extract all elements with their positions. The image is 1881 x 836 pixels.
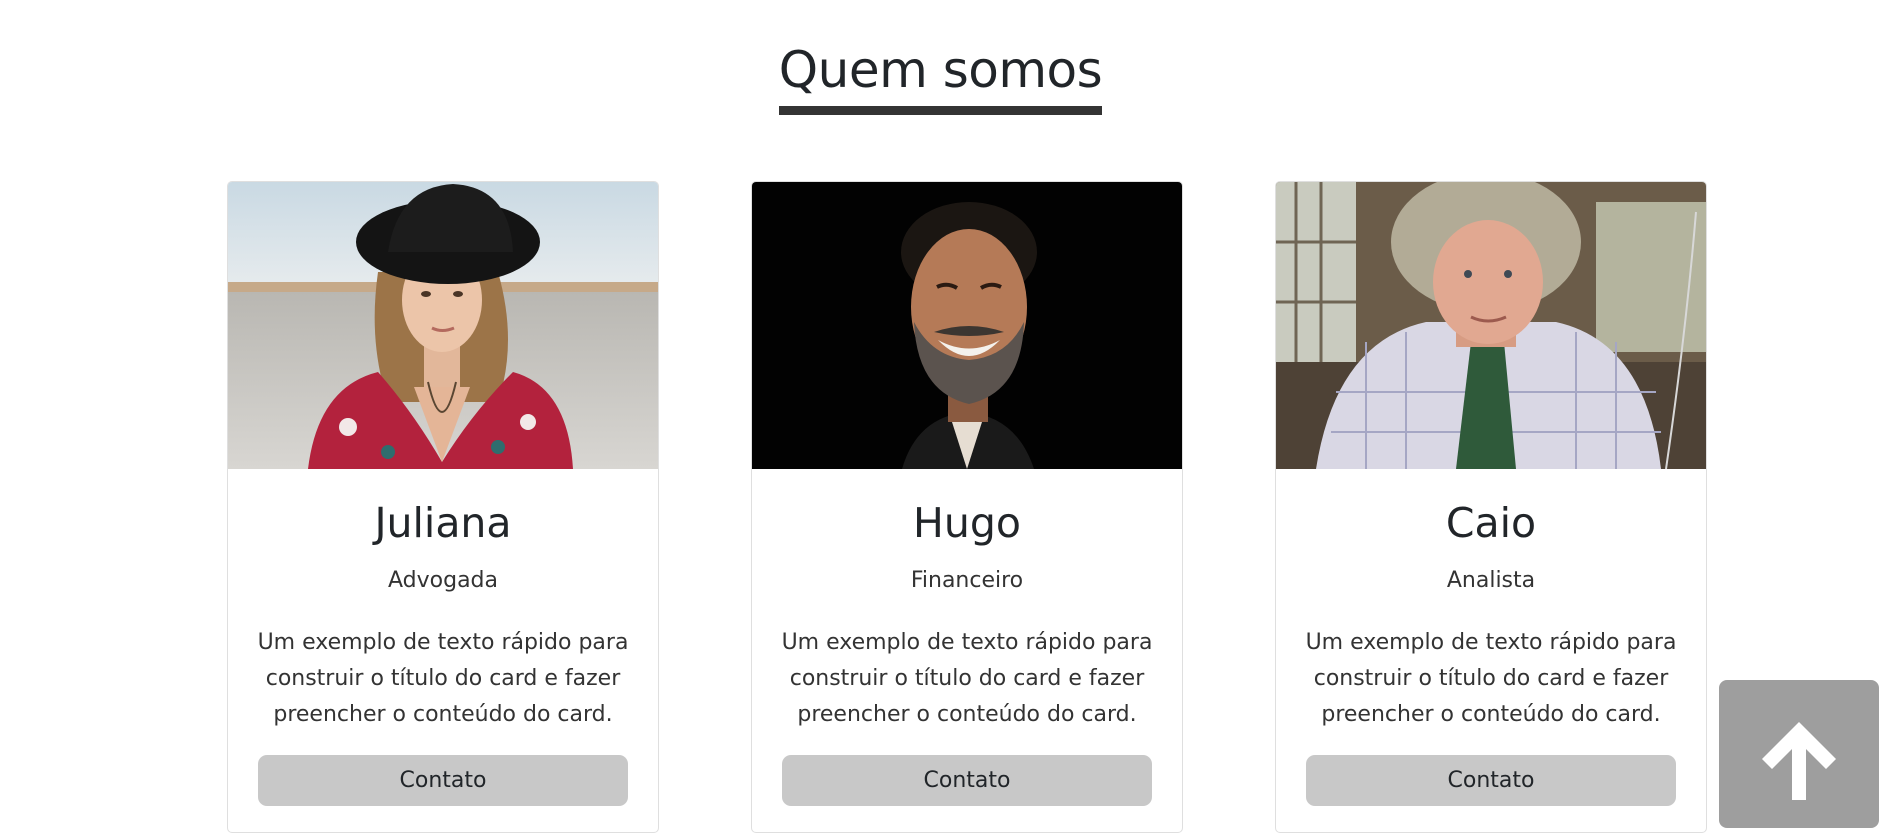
profile-photo-hugo xyxy=(752,182,1182,469)
section-header: Quem somos xyxy=(0,40,1881,115)
section-title: Quem somos xyxy=(778,40,1103,115)
team-card-caio: Caio Analista Um exemplo de texto rápido… xyxy=(1275,181,1707,833)
arrow-up-icon xyxy=(1762,722,1836,800)
team-cards: Juliana Advogada Um exemplo de texto ráp… xyxy=(227,181,1707,836)
card-name: Hugo xyxy=(913,499,1021,547)
card-name: Juliana xyxy=(374,499,512,547)
team-card-hugo: Hugo Financeiro Um exemplo de texto rápi… xyxy=(751,181,1183,833)
team-card-juliana: Juliana Advogada Um exemplo de texto ráp… xyxy=(227,181,659,833)
card-text: Um exemplo de texto rápido para construi… xyxy=(257,630,629,727)
card-text: Um exemplo de texto rápido para construi… xyxy=(1305,630,1677,727)
contact-button-juliana[interactable]: Contato xyxy=(258,755,628,806)
card-role: Analista xyxy=(1446,568,1536,593)
back-to-top-button[interactable] xyxy=(1719,680,1879,828)
card-text: Um exemplo de texto rápido para construi… xyxy=(781,630,1153,727)
page: Quem somos Juliana Advogada Um exemplo d… xyxy=(0,0,1881,836)
card-role: Advogada xyxy=(388,568,498,593)
contact-button-caio[interactable]: Contato xyxy=(1306,755,1676,806)
profile-photo-caio xyxy=(1276,182,1706,469)
card-name: Caio xyxy=(1445,499,1537,547)
contact-button-hugo[interactable]: Contato xyxy=(782,755,1152,806)
profile-photo-juliana xyxy=(228,182,658,469)
card-role: Financeiro xyxy=(910,568,1024,593)
